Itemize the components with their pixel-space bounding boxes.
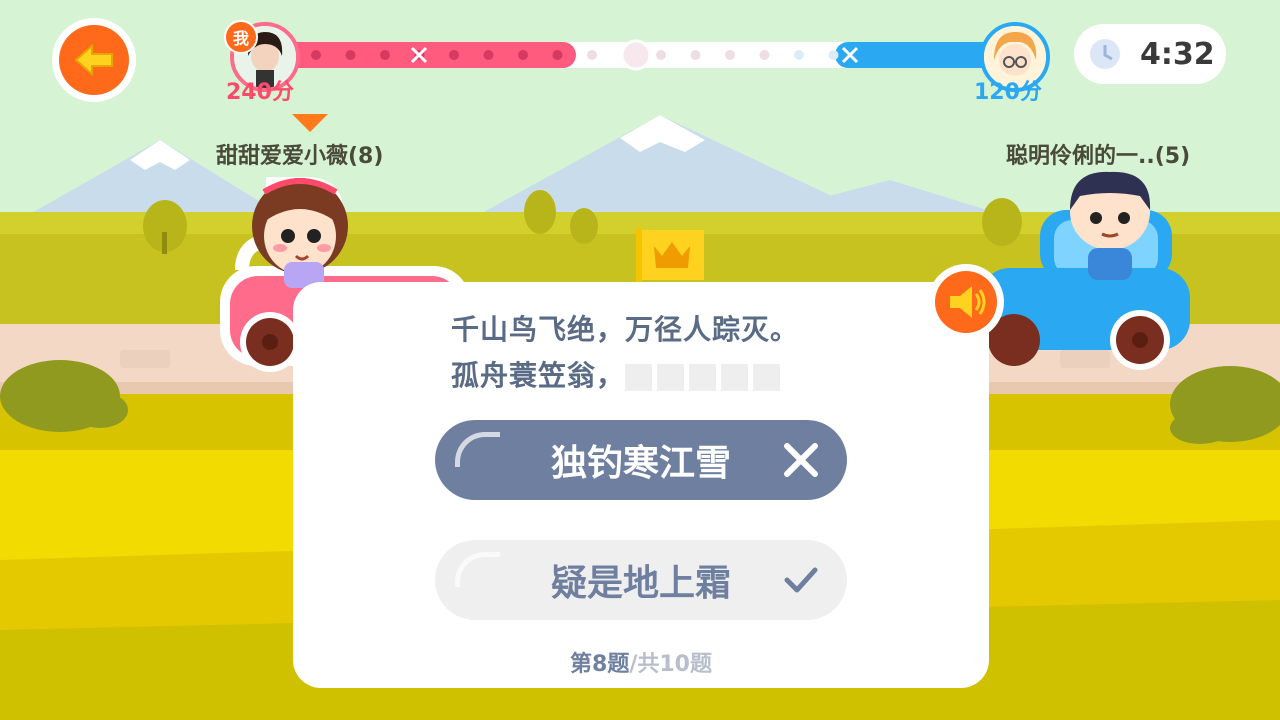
progress-dot [656, 50, 666, 60]
option-wrong[interactable]: 独钓寒江雪 [435, 420, 847, 500]
counter-current: 第8题 [570, 652, 630, 677]
check-icon [784, 567, 818, 593]
progress-center-marker [620, 39, 652, 71]
back-button[interactable] [52, 18, 136, 102]
progress-dot [380, 50, 390, 60]
blank-box [753, 363, 781, 391]
back-arrow-icon [74, 43, 113, 77]
progress-dot [552, 50, 563, 60]
timer: 4:32 [1074, 24, 1226, 84]
cross-icon [784, 443, 818, 477]
audio-button[interactable] [928, 264, 1004, 340]
opponent-score: 120分 [974, 80, 1042, 105]
me-badge: 我 [224, 20, 258, 54]
question-line-1: 千山鸟飞绝，万径人踪灭。 [451, 313, 800, 346]
option-wrong-label: 独钓寒江雪 [550, 443, 731, 484]
my-score: 240分 [226, 80, 294, 105]
answer-blanks [625, 359, 785, 392]
blue-car [980, 171, 1190, 370]
right-player-name: 聪明伶俐的一..(5) [1006, 144, 1191, 169]
question-card: 千山鸟飞绝，万径人踪灭。 孤舟蓑笠翁， 独钓寒江雪 疑是地上霜 第8题/共10题 [293, 282, 989, 688]
progress-dot [311, 50, 321, 60]
speaker-icon [950, 286, 986, 318]
progress-dot [759, 50, 770, 60]
clock-icon [1090, 39, 1120, 69]
progress-dot [725, 50, 735, 60]
progress-dot [690, 50, 701, 60]
progress-dot [518, 50, 528, 60]
option-correct-label: 疑是地上霜 [550, 563, 731, 604]
progress-dot [483, 50, 494, 60]
progress-dot [587, 50, 597, 60]
progress-dot [345, 50, 356, 60]
question-line-2-text: 孤舟蓑笠翁， [451, 359, 626, 392]
race-progress [280, 39, 1020, 71]
current-player-marker-icon [292, 114, 328, 132]
blank-box [657, 363, 685, 391]
progress-dot [794, 50, 804, 60]
progress-dot [449, 50, 459, 60]
option-correct[interactable]: 疑是地上霜 [435, 540, 847, 620]
question-counter: 第8题/共10题 [293, 646, 989, 678]
timer-value: 4:32 [1140, 36, 1215, 72]
left-player-name: 甜甜爱爱小薇(8) [216, 144, 384, 169]
counter-total: /共10题 [629, 652, 712, 677]
question-line-2: 孤舟蓑笠翁， [451, 354, 785, 394]
blank-box [689, 363, 717, 391]
blank-box [721, 363, 749, 391]
progress-dot [828, 50, 839, 60]
progress-left-fill [280, 42, 576, 68]
blank-box [625, 363, 653, 391]
